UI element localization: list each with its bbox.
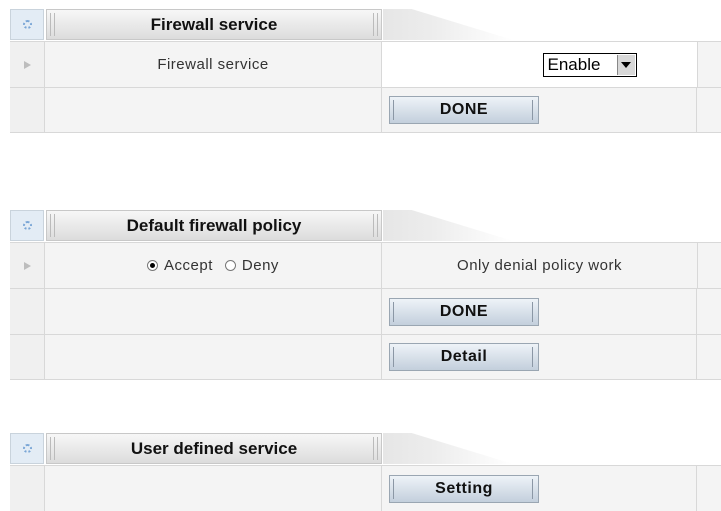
policy-note: Only denial policy work (382, 243, 698, 288)
default-policy-title: Default firewall policy (46, 210, 382, 241)
firewall-service-select-value: Enable (547, 54, 601, 74)
user-setting-button[interactable]: Setting (389, 474, 539, 503)
accept-radio-label: Accept (164, 257, 213, 274)
row-spacer (698, 243, 721, 288)
row-empty-cell (45, 335, 382, 379)
user-setting-row: Setting (10, 465, 721, 511)
row-empty-cell (45, 466, 382, 511)
row-icon-cell (10, 289, 45, 334)
deny-radio-dot[interactable] (224, 260, 236, 271)
gear-icon (22, 221, 32, 230)
user-defined-title: User defined service (46, 433, 382, 464)
row-spacer (697, 466, 721, 511)
gear-icon (22, 444, 32, 453)
header-icon-cell (10, 9, 44, 40)
header-icon-cell (10, 210, 44, 241)
policy-done-button[interactable]: DONE (389, 297, 539, 326)
row-icon-cell (10, 88, 45, 132)
policy-detail-button[interactable]: Detail (389, 343, 539, 371)
row-icon-cell (10, 243, 45, 288)
row-icon-cell (10, 335, 45, 379)
row-icon-cell (10, 42, 45, 87)
row-icon-cell (10, 466, 45, 511)
gear-icon (22, 20, 32, 29)
deny-radio-label: Deny (241, 257, 279, 274)
policy-detail-cell: Detail (382, 335, 697, 379)
header-tab-decoration (383, 9, 513, 40)
default-policy-section: Default firewall policy Accept Deny Only… (10, 210, 721, 380)
default-policy-header: Default firewall policy (10, 210, 721, 242)
firewall-done-button[interactable]: DONE (389, 96, 539, 124)
row-empty-cell (45, 88, 382, 132)
firewall-done-cell: DONE (382, 88, 697, 132)
arrow-right-icon (23, 261, 31, 270)
header-tab-decoration (383, 210, 513, 241)
row-spacer (697, 289, 721, 334)
firewall-service-title: Firewall service (46, 9, 382, 40)
deny-radio[interactable]: Deny (224, 257, 279, 274)
firewall-done-row: DONE (10, 87, 721, 133)
row-spacer (698, 42, 721, 87)
header-icon-cell (10, 433, 44, 464)
row-spacer (697, 88, 721, 132)
user-defined-header: User defined service (10, 433, 721, 465)
accept-radio[interactable]: Accept (147, 257, 213, 274)
firewall-service-label: Firewall service (45, 42, 382, 87)
user-setting-cell: Setting (382, 466, 697, 511)
policy-done-row: DONE (10, 288, 721, 334)
header-tab-decoration (383, 433, 513, 464)
firewall-service-select-cell: Enable (382, 42, 698, 87)
firewall-service-header: Firewall service (10, 9, 721, 41)
firewall-service-row: Firewall service Enable (10, 41, 721, 87)
policy-done-cell: DONE (382, 289, 697, 334)
firewall-service-select[interactable]: Enable (542, 52, 637, 77)
default-policy-row: Accept Deny Only denial policy work (10, 242, 721, 288)
firewall-service-section: Firewall service Firewall service Enable… (10, 9, 721, 133)
arrow-right-icon (23, 60, 31, 69)
row-spacer (697, 335, 721, 379)
policy-detail-row: Detail (10, 334, 721, 380)
accept-radio-dot[interactable] (147, 260, 159, 271)
row-empty-cell (45, 289, 382, 334)
chevron-down-icon[interactable] (616, 54, 635, 75)
user-defined-section: User defined service Setting (10, 433, 721, 511)
policy-radio-group: Accept Deny (45, 243, 382, 288)
